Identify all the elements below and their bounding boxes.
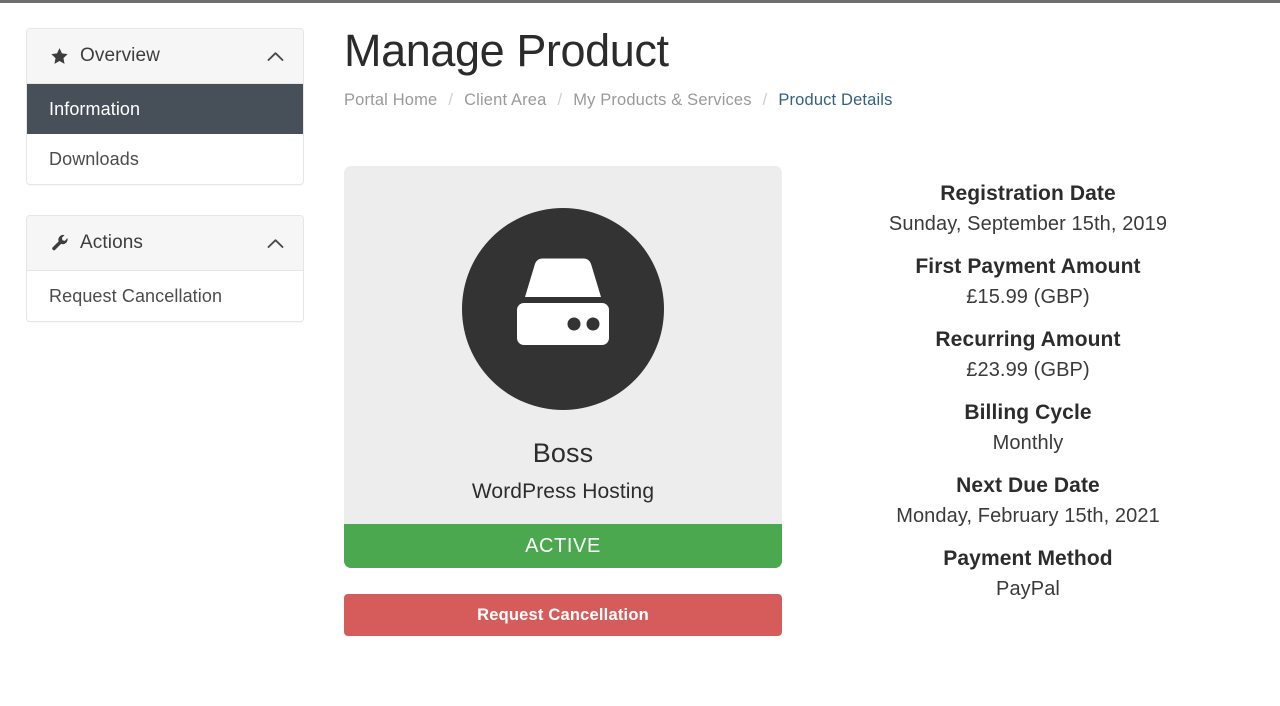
product-card: Boss WordPress Hosting — [344, 166, 782, 530]
request-cancellation-button[interactable]: Request Cancellation — [344, 594, 782, 636]
sidebar-panel-actions-header[interactable]: Actions — [27, 216, 303, 271]
chevron-up-icon[interactable] — [266, 234, 284, 252]
sidebar-panel-overview-list: Information Downloads — [27, 84, 303, 184]
breadcrumb-item-my-products-services[interactable]: My Products & Services — [573, 91, 751, 110]
product-icon-circle — [462, 208, 664, 410]
detail-label-payment-method: Payment Method — [943, 547, 1113, 570]
browser-top-strip — [0, 0, 1280, 3]
sidebar-item-downloads[interactable]: Downloads — [27, 134, 303, 184]
detail-label-registration-date: Registration Date — [940, 182, 1116, 205]
detail-value-first-payment-amount: £15.99 (GBP) — [966, 286, 1090, 308]
detail-value-recurring-amount: £23.99 (GBP) — [966, 359, 1090, 381]
sidebar-panel-actions: Actions Request Cancellation — [26, 215, 304, 322]
product-name: Boss — [532, 438, 594, 468]
chevron-up-icon[interactable] — [266, 47, 284, 65]
detail-value-registration-date: Sunday, September 15th, 2019 — [888, 213, 1168, 235]
detail-value-payment-method: PayPal — [996, 578, 1060, 600]
breadcrumb-item-client-area[interactable]: Client Area — [464, 91, 546, 110]
detail-label-recurring-amount: Recurring Amount — [935, 328, 1121, 351]
detail-value-next-due-date: Monday, February 15th, 2021 — [896, 505, 1160, 527]
detail-label-billing-cycle: Billing Cycle — [964, 401, 1092, 424]
breadcrumb: Portal Home / Client Area / My Products … — [344, 91, 1256, 110]
wrench-icon — [49, 233, 69, 253]
sidebar-panel-actions-title: Actions — [80, 232, 144, 253]
page-title: Manage Product — [344, 25, 669, 76]
content-row: Boss WordPress Hosting ACTIVE Request Ca… — [344, 166, 1256, 636]
breadcrumb-separator: / — [762, 91, 768, 109]
star-icon — [49, 46, 69, 66]
main-header: Manage Product Portal Home / Client Area… — [344, 22, 1256, 110]
sidebar-item-request-cancellation[interactable]: Request Cancellation — [27, 271, 303, 321]
detail-label-next-due-date: Next Due Date — [956, 474, 1100, 497]
detail-value-billing-cycle: Monthly — [992, 432, 1064, 454]
product-details-list: Registration Date Sunday, September 15th… — [800, 166, 1256, 605]
breadcrumb-separator: / — [448, 91, 454, 109]
breadcrumb-item-product-details[interactable]: Product Details — [778, 91, 892, 110]
sidebar-panel-actions-list: Request Cancellation — [27, 271, 303, 321]
sidebar-panel-overview-title: Overview — [80, 45, 160, 66]
product-column: Boss WordPress Hosting ACTIVE Request Ca… — [344, 166, 782, 636]
sidebar-panel-overview: Overview Information Downloads — [26, 28, 304, 185]
detail-label-first-payment-amount: First Payment Amount — [915, 255, 1141, 278]
product-group: WordPress Hosting — [471, 480, 655, 503]
breadcrumb-item-portal-home[interactable]: Portal Home — [344, 91, 437, 110]
page-root: Overview Information Downloads Actions R… — [0, 0, 1280, 706]
sidebar: Overview Information Downloads Actions R… — [26, 28, 304, 352]
hard-drive-icon — [504, 257, 622, 362]
sidebar-item-information[interactable]: Information — [27, 84, 303, 134]
breadcrumb-separator: / — [557, 91, 563, 109]
status-badge: ACTIVE — [344, 524, 782, 568]
sidebar-panel-overview-header[interactable]: Overview — [27, 29, 303, 84]
